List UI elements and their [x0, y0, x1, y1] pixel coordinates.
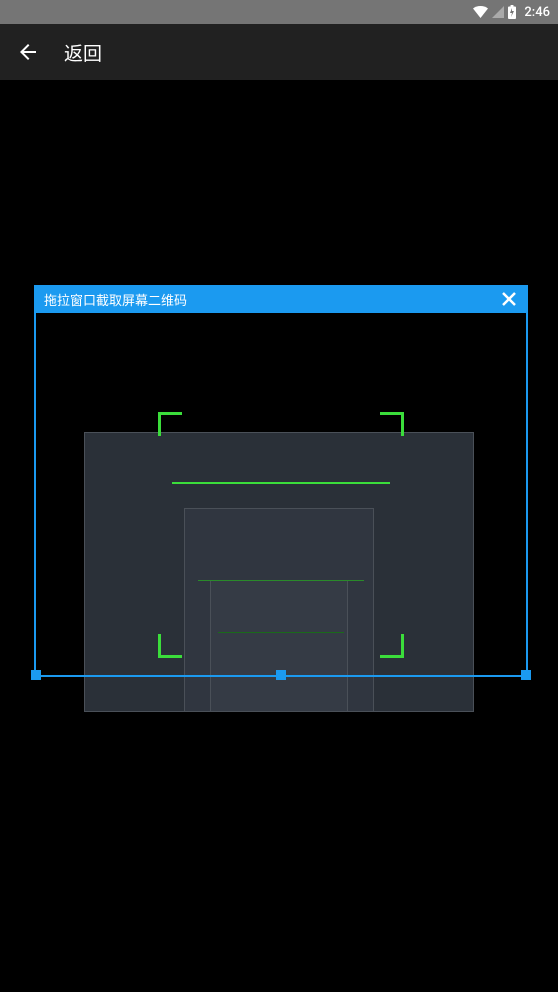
crop-header[interactable]: 拖拉窗口截取屏幕二维码 — [34, 285, 528, 313]
signal-icon — [492, 6, 504, 18]
status-bar: 2:46 — [0, 0, 558, 24]
resize-handle-br[interactable] — [521, 670, 531, 680]
crop-window[interactable]: 拖拉窗口截取屏幕二维码 — [34, 285, 528, 677]
battery-charging-icon — [508, 5, 516, 19]
content-area: 拖拉窗口截取屏幕二维码 — [0, 80, 558, 992]
close-button[interactable] — [500, 290, 518, 308]
crop-title: 拖拉窗口截取屏幕二维码 — [44, 290, 187, 309]
crop-body[interactable] — [34, 313, 528, 677]
wifi-icon — [473, 6, 488, 18]
back-button[interactable] — [16, 40, 40, 64]
app-bar: 返回 — [0, 24, 558, 80]
resize-handle-bc[interactable] — [276, 670, 286, 680]
page-title: 返回 — [64, 39, 102, 66]
status-time: 2:46 — [524, 5, 550, 20]
resize-handle-bl[interactable] — [31, 670, 41, 680]
